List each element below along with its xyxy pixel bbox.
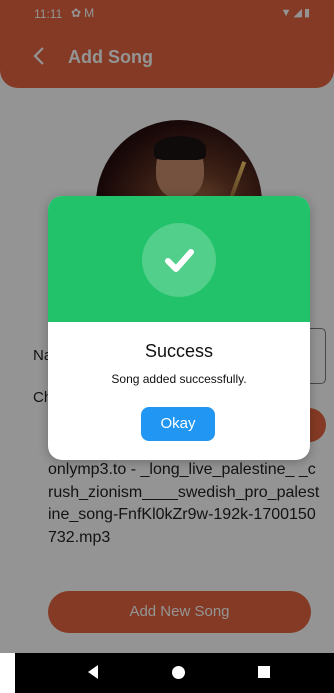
- nav-back-icon[interactable]: [88, 665, 98, 679]
- dialog-title: Success: [144, 341, 214, 361]
- phone-screen: 11:11 ✿M ▼◢▮ Add Song Na Ch onlymp3.to -…: [0, 0, 334, 693]
- okay-button[interactable]: Okay: [141, 407, 215, 441]
- success-dialog: Success Song added successfully. Okay: [48, 196, 310, 460]
- navigation-bar: [15, 653, 334, 693]
- nav-home-icon[interactable]: [172, 666, 185, 679]
- check-icon: [165, 249, 194, 272]
- check-circle: [142, 223, 216, 297]
- dialog-message: Song added successfully.: [111, 372, 247, 386]
- nav-recents-icon[interactable]: [258, 666, 270, 678]
- dialog-header: [48, 196, 310, 322]
